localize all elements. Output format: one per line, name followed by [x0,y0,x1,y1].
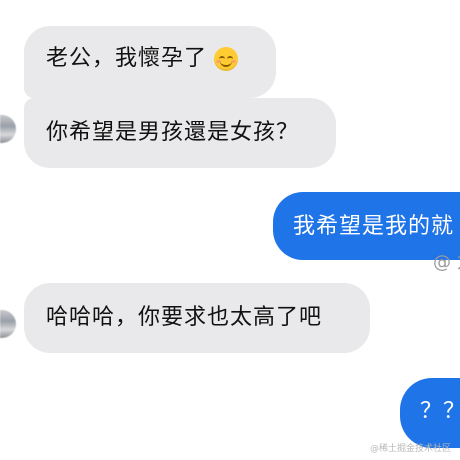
message-text: 你希望是男孩還是女孩？ [46,120,300,145]
outgoing-message-bubble[interactable]: ？？ [400,378,460,448]
message-text: 我希望是我的就 [293,214,455,239]
incoming-message-bubble[interactable]: 哈哈哈，你要求也太高了吧 [24,283,370,353]
sender-avatar [0,310,16,338]
message-text: ？？ [420,399,460,424]
clipped-username-label: @ 力 [433,252,460,273]
message-text: 哈哈哈，你要求也太高了吧 [46,305,323,330]
emoji-mouth [220,59,233,67]
smiling-face-emoji [214,46,239,71]
incoming-message-bubble[interactable]: 你希望是男孩還是女孩？ [24,98,336,168]
message-text: 老公，我懷孕了 [46,46,208,71]
sender-avatar [0,115,16,143]
incoming-message-bubble[interactable]: 老公，我懷孕了 [24,26,276,98]
outgoing-message-bubble[interactable]: 我希望是我的就 [273,192,460,260]
watermark-text: @稀土掘金技术社区 [370,444,452,454]
chat-thread: 老公，我懷孕了 你希望是男孩還是女孩？ 我希望是我的就 @ 力 哈哈哈，你要求也… [0,0,460,460]
